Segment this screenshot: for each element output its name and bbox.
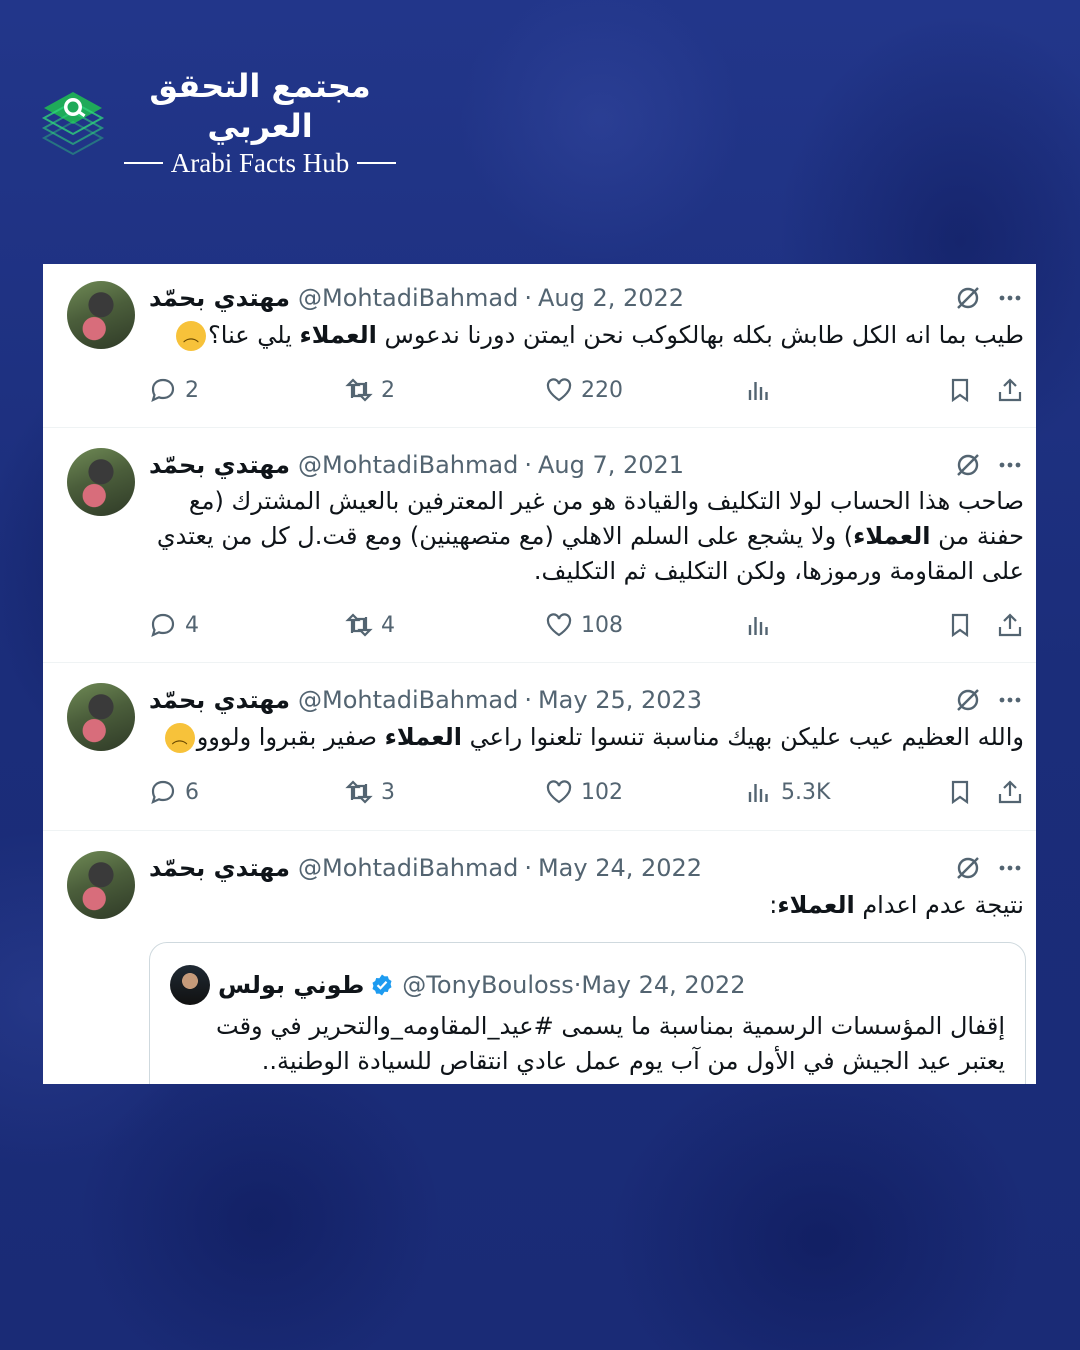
tweet-header: مهتدي بحمّد @MohtadiBahmad · May 25, 202… — [149, 686, 703, 714]
retweet-icon — [345, 780, 373, 804]
tweet-text: والله العظيم عيب عليكن بهيك مناسبة تنسوا… — [149, 720, 1024, 755]
retweet-icon — [345, 613, 373, 637]
views-button[interactable]: 5.3K — [745, 775, 830, 809]
brand-name-arabic: مجتمع التحقق العربي — [149, 67, 371, 145]
avatar[interactable] — [67, 851, 135, 919]
like-button[interactable]: 102 — [545, 775, 623, 809]
tweet-header: مهتدي بحمّد @MohtadiBahmad · Aug 7, 2021 — [149, 451, 685, 479]
disappointed-face-icon: ︵ — [164, 723, 195, 753]
tweet-2[interactable]: مهتدي بحمّد @MohtadiBahmad · Aug 7, 2021… — [43, 428, 1036, 663]
quoted-avatar[interactable] — [170, 965, 210, 1005]
tweet-header: مهتدي بحمّد @MohtadiBahmad · Aug 2, 2022 — [149, 284, 685, 312]
like-button[interactable]: 220 — [545, 373, 623, 407]
share-icon[interactable] — [996, 778, 1024, 806]
tweet-text: نتيجة عدم اعدام العملاء: — [769, 891, 1024, 919]
avatar[interactable] — [67, 281, 135, 349]
tweet-3[interactable]: مهتدي بحمّد @MohtadiBahmad · May 25, 202… — [43, 663, 1036, 831]
brand-logo: مجتمع التحقق العربي Arabi Facts Hub — [40, 66, 396, 180]
grok-icon[interactable] — [954, 686, 982, 714]
quoted-date[interactable]: May 24, 2022 — [581, 971, 745, 999]
quoted-author-name[interactable]: طوني بولس — [218, 971, 364, 999]
author-name[interactable]: مهتدي بحمّد — [149, 854, 290, 882]
author-name[interactable]: مهتدي بحمّد — [149, 284, 290, 312]
tweet-date[interactable]: May 24, 2022 — [538, 854, 702, 882]
avatar[interactable] — [67, 683, 135, 751]
tweet-actions: 4 4 108 — [149, 608, 1024, 642]
tweets-card: مهتدي بحمّد @MohtadiBahmad · Aug 2, 2022… — [43, 264, 1036, 1084]
tweet-1[interactable]: مهتدي بحمّد @MohtadiBahmad · Aug 2, 2022… — [43, 264, 1036, 428]
tweet-actions: 6 3 102 5.3K — [149, 775, 1024, 809]
reply-icon — [151, 613, 175, 637]
tweet-text: طيب بما انه الكل طابش بكله بهالكوكب نحن … — [149, 318, 1024, 353]
more-icon[interactable] — [996, 451, 1024, 479]
views-button[interactable] — [745, 373, 781, 407]
like-icon — [546, 378, 572, 402]
grok-icon[interactable] — [954, 284, 982, 312]
quoted-text: إقفال المؤسسات الرسمية بمناسبة ما يسمى #… — [216, 1012, 1005, 1075]
verified-badge-icon — [372, 974, 392, 996]
reply-icon — [151, 780, 175, 804]
retweet-button[interactable]: 3 — [345, 775, 395, 809]
like-icon — [546, 780, 572, 804]
quoted-header: طوني بولس @TonyBouloss · May 24, 2022 — [218, 971, 746, 999]
tweet-date[interactable]: Aug 2, 2022 — [538, 284, 684, 312]
retweet-button[interactable]: 2 — [345, 373, 395, 407]
reply-icon — [151, 378, 175, 402]
views-button[interactable] — [745, 608, 781, 642]
author-handle[interactable]: @MohtadiBahmad — [298, 686, 518, 714]
reply-button[interactable]: 6 — [149, 775, 199, 809]
brand-name-english: Arabi Facts Hub — [124, 146, 396, 180]
brand-logo-icon — [41, 92, 105, 156]
bookmark-icon[interactable] — [946, 376, 974, 404]
author-handle[interactable]: @MohtadiBahmad — [298, 451, 518, 479]
bookmark-icon[interactable] — [946, 778, 974, 806]
like-button[interactable]: 108 — [545, 608, 623, 642]
share-icon[interactable] — [996, 376, 1024, 404]
author-handle[interactable]: @MohtadiBahmad — [298, 284, 518, 312]
author-handle[interactable]: @MohtadiBahmad — [298, 854, 518, 882]
views-icon — [748, 617, 768, 635]
quoted-tweet[interactable]: طوني بولس @TonyBouloss · May 24, 2022 إق… — [149, 942, 1026, 1084]
tweet-header: مهتدي بحمّد @MohtadiBahmad · May 24, 202… — [149, 854, 703, 882]
more-icon[interactable] — [996, 854, 1024, 882]
share-icon[interactable] — [996, 611, 1024, 639]
disappointed-face-icon: ︵ — [176, 321, 207, 351]
bookmark-icon[interactable] — [946, 611, 974, 639]
tweet-date[interactable]: Aug 7, 2021 — [538, 451, 684, 479]
tweet-text: صاحب هذا الحساب لولا التكليف والقيادة هو… — [156, 487, 1024, 585]
more-icon[interactable] — [996, 284, 1024, 312]
retweet-icon — [345, 378, 373, 402]
like-icon — [546, 613, 572, 637]
views-icon — [748, 382, 768, 400]
grok-icon[interactable] — [954, 854, 982, 882]
reply-button[interactable]: 4 — [149, 608, 199, 642]
tweet-actions: 2 2 220 — [149, 373, 1024, 407]
tweet-date[interactable]: May 25, 2023 — [538, 686, 702, 714]
views-icon — [748, 784, 768, 802]
author-name[interactable]: مهتدي بحمّد — [149, 686, 290, 714]
grok-icon[interactable] — [954, 451, 982, 479]
retweet-button[interactable]: 4 — [345, 608, 395, 642]
more-icon[interactable] — [996, 686, 1024, 714]
quoted-author-handle[interactable]: @TonyBouloss — [402, 971, 573, 999]
avatar[interactable] — [67, 448, 135, 516]
author-name[interactable]: مهتدي بحمّد — [149, 451, 290, 479]
reply-button[interactable]: 2 — [149, 373, 199, 407]
